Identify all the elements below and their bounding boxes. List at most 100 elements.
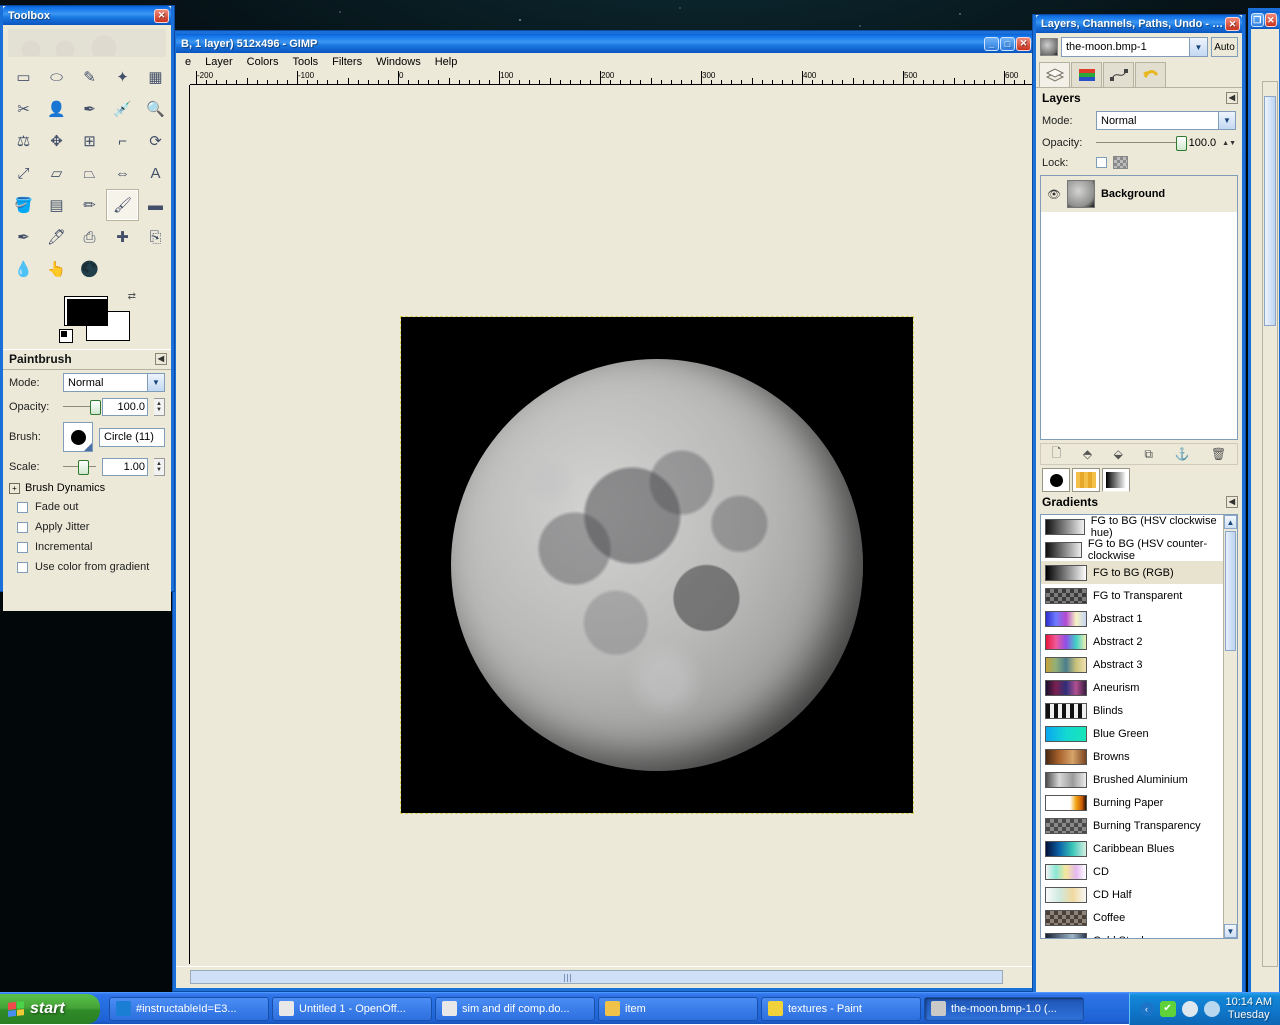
perspective-clone-tool[interactable]: ⎘ bbox=[139, 221, 172, 253]
scroll-up-icon[interactable]: ▲ bbox=[1224, 515, 1237, 529]
scale-tool[interactable]: ⤢ bbox=[7, 157, 40, 189]
gradient-list-item[interactable]: Aneurism bbox=[1041, 676, 1237, 699]
raise-layer-button[interactable]: ⬘ bbox=[1083, 447, 1092, 461]
horizontal-scrollbar[interactable] bbox=[190, 970, 1003, 984]
layer-opacity-slider[interactable] bbox=[1096, 136, 1183, 150]
use-color-from-gradient-checkbox[interactable] bbox=[17, 562, 28, 573]
scissors-select-tool[interactable]: ✂ bbox=[7, 93, 40, 125]
menu-tools[interactable]: Tools bbox=[285, 54, 325, 70]
tab-brushes[interactable] bbox=[1042, 468, 1070, 492]
plus-icon[interactable]: + bbox=[9, 483, 20, 494]
gradients-panel-collapse-icon[interactable]: ◀ bbox=[1226, 496, 1238, 508]
layer-mode-select[interactable]: Normal ▼ bbox=[1096, 111, 1236, 130]
paint-titlebar[interactable]: ❐ ✕ bbox=[1251, 11, 1279, 29]
reset-colors-icon[interactable] bbox=[59, 329, 73, 343]
measure-tool[interactable]: ⚖ bbox=[7, 125, 40, 157]
maximize-button[interactable]: □ bbox=[1000, 37, 1015, 51]
layers-panel-collapse-icon[interactable]: ◀ bbox=[1226, 92, 1238, 104]
layer-list[interactable]: 👁 Background bbox=[1040, 175, 1238, 440]
paint-scroll-thumb[interactable] bbox=[1264, 96, 1276, 326]
duplicate-layer-button[interactable]: ⧉ bbox=[1144, 447, 1153, 462]
gradient-list-item[interactable]: Burning Transparency bbox=[1041, 814, 1237, 837]
apply-jitter-checkbox[interactable] bbox=[17, 522, 28, 533]
menu-file[interactable]: e bbox=[178, 54, 198, 70]
blur-sharpen-tool[interactable]: 💧 bbox=[7, 253, 40, 285]
image-menubar[interactable]: e Layer Colors Tools Filters Windows Hel… bbox=[176, 53, 1033, 71]
gradient-list-item[interactable]: Brushed Aluminium bbox=[1041, 768, 1237, 791]
menu-windows[interactable]: Windows bbox=[369, 54, 428, 70]
scale-slider[interactable] bbox=[63, 460, 96, 474]
image-canvas[interactable] bbox=[190, 85, 1019, 964]
crop-tool[interactable]: ⌐ bbox=[106, 125, 139, 157]
tray-expand-icon[interactable]: ‹ bbox=[1140, 1002, 1154, 1016]
horizontal-ruler[interactable]: -200-1000100200300400500600 bbox=[190, 71, 1033, 85]
close-button[interactable]: ✕ bbox=[1016, 37, 1031, 51]
gradient-list-item[interactable]: CD bbox=[1041, 860, 1237, 883]
layer-opacity-stepper[interactable]: ▲▼ bbox=[1222, 140, 1236, 147]
paths-tool[interactable]: ✒ bbox=[73, 93, 106, 125]
taskbar-buttons[interactable]: #instructableId=E3...Untitled 1 - OpenOf… bbox=[106, 997, 1129, 1021]
wilber-drop-area[interactable] bbox=[8, 29, 166, 57]
text-tool[interactable]: A bbox=[139, 157, 172, 189]
tab-channels[interactable] bbox=[1071, 62, 1102, 87]
ink-tool[interactable]: 🖊 bbox=[40, 221, 73, 253]
gradients-scrollbar[interactable]: ▲ ▼ bbox=[1223, 515, 1237, 938]
align-tool[interactable]: ⊞ bbox=[73, 125, 106, 157]
zoom-tool[interactable]: 🔍 bbox=[139, 93, 172, 125]
taskbar-clock[interactable]: 10:14 AM Tuesday bbox=[1226, 996, 1272, 1022]
lock-alpha-checkbox[interactable] bbox=[1096, 157, 1107, 168]
gradient-list-item[interactable]: Coffee bbox=[1041, 906, 1237, 929]
balloon-icon[interactable] bbox=[1182, 1001, 1198, 1017]
paint-window-background[interactable]: ❐ ✕ bbox=[1248, 8, 1280, 1000]
scrollbar-grip[interactable] bbox=[564, 974, 572, 982]
lower-layer-button[interactable]: ⬙ bbox=[1114, 447, 1123, 461]
layer-row-background[interactable]: 👁 Background bbox=[1041, 176, 1237, 212]
lock-pixels-icon[interactable] bbox=[1113, 156, 1128, 169]
ellipse-select-tool[interactable]: ⬭ bbox=[40, 61, 73, 93]
magnifier-icon[interactable] bbox=[1204, 1001, 1220, 1017]
toolbox-titlebar[interactable]: Toolbox ✕ bbox=[3, 6, 171, 25]
gradients-list[interactable]: FG to BG (HSV clockwise hue)FG to BG (HS… bbox=[1040, 514, 1238, 939]
brush-pattern-gradient-tabs[interactable] bbox=[1036, 465, 1242, 492]
rotate-tool[interactable]: ⟳ bbox=[139, 125, 172, 157]
color-swatch-area[interactable]: ⇄ bbox=[59, 293, 134, 345]
tab-layers[interactable] bbox=[1039, 62, 1070, 87]
gradient-list-item[interactable]: Blue Green bbox=[1041, 722, 1237, 745]
start-button[interactable]: start bbox=[0, 994, 100, 1024]
dodge-burn-tool[interactable]: 🌑 bbox=[73, 253, 106, 285]
system-tray[interactable]: ‹ ✔ 10:14 AM Tuesday bbox=[1129, 993, 1280, 1025]
gradient-list-item[interactable]: Abstract 2 bbox=[1041, 630, 1237, 653]
brush-dynamics-expander[interactable]: + Brush Dynamics bbox=[3, 479, 171, 497]
gradient-list-item[interactable]: Browns bbox=[1041, 745, 1237, 768]
use-color-from-gradient-option[interactable]: Use color from gradient bbox=[3, 557, 171, 577]
dock-close-button[interactable]: ✕ bbox=[1225, 17, 1240, 31]
taskbar-button[interactable]: the-moon.bmp-1.0 (... bbox=[924, 997, 1084, 1021]
smudge-tool[interactable]: 👆 bbox=[40, 253, 73, 285]
gradients-scroll-thumb[interactable] bbox=[1225, 531, 1236, 651]
heal-tool[interactable]: ✚ bbox=[106, 221, 139, 253]
chevron-down-icon[interactable]: ▼ bbox=[1189, 38, 1207, 56]
paint-close-button[interactable]: ✕ bbox=[1265, 13, 1278, 27]
gradient-list-item[interactable]: CD Half bbox=[1041, 883, 1237, 906]
auto-follow-button[interactable]: Auto bbox=[1211, 37, 1238, 57]
fuzzy-select-tool[interactable]: ✦ bbox=[106, 61, 139, 93]
gradient-list-item[interactable]: Abstract 3 bbox=[1041, 653, 1237, 676]
windows-taskbar[interactable]: start #instructableId=E3...Untitled 1 - … bbox=[0, 992, 1280, 1024]
gradient-list-item[interactable]: Burning Paper bbox=[1041, 791, 1237, 814]
move-tool[interactable]: ✥ bbox=[40, 125, 73, 157]
brush-name-value[interactable]: Circle (11) bbox=[99, 428, 165, 447]
flip-tool[interactable]: ⇔ bbox=[106, 157, 139, 189]
gimp-toolbox-window[interactable]: Toolbox ✕ ▭⬭✎✦▦✂👤✒💉🔍⚖✥⊞⌐⟳⤢▱⏢⇔A🪣▤✏🖌▬✒🖊⎙✚⎘… bbox=[0, 6, 174, 591]
menu-help[interactable]: Help bbox=[428, 54, 465, 70]
taskbar-button[interactable]: item bbox=[598, 997, 758, 1021]
tab-patterns[interactable] bbox=[1072, 468, 1100, 492]
paint-mode-select[interactable]: Normal ▼ bbox=[63, 373, 165, 392]
taskbar-button[interactable]: textures - Paint bbox=[761, 997, 921, 1021]
blend-gradient-tool[interactable]: ▤ bbox=[40, 189, 73, 221]
scale-stepper[interactable]: ▲▼ bbox=[154, 458, 165, 476]
toolbox-close-button[interactable]: ✕ bbox=[154, 9, 169, 23]
gradient-list-item[interactable]: FG to BG (HSV counter-clockwise bbox=[1041, 538, 1237, 561]
tab-gradients[interactable] bbox=[1102, 468, 1130, 492]
perspective-tool[interactable]: ⏢ bbox=[73, 157, 106, 189]
scroll-down-icon[interactable]: ▼ bbox=[1224, 924, 1237, 938]
